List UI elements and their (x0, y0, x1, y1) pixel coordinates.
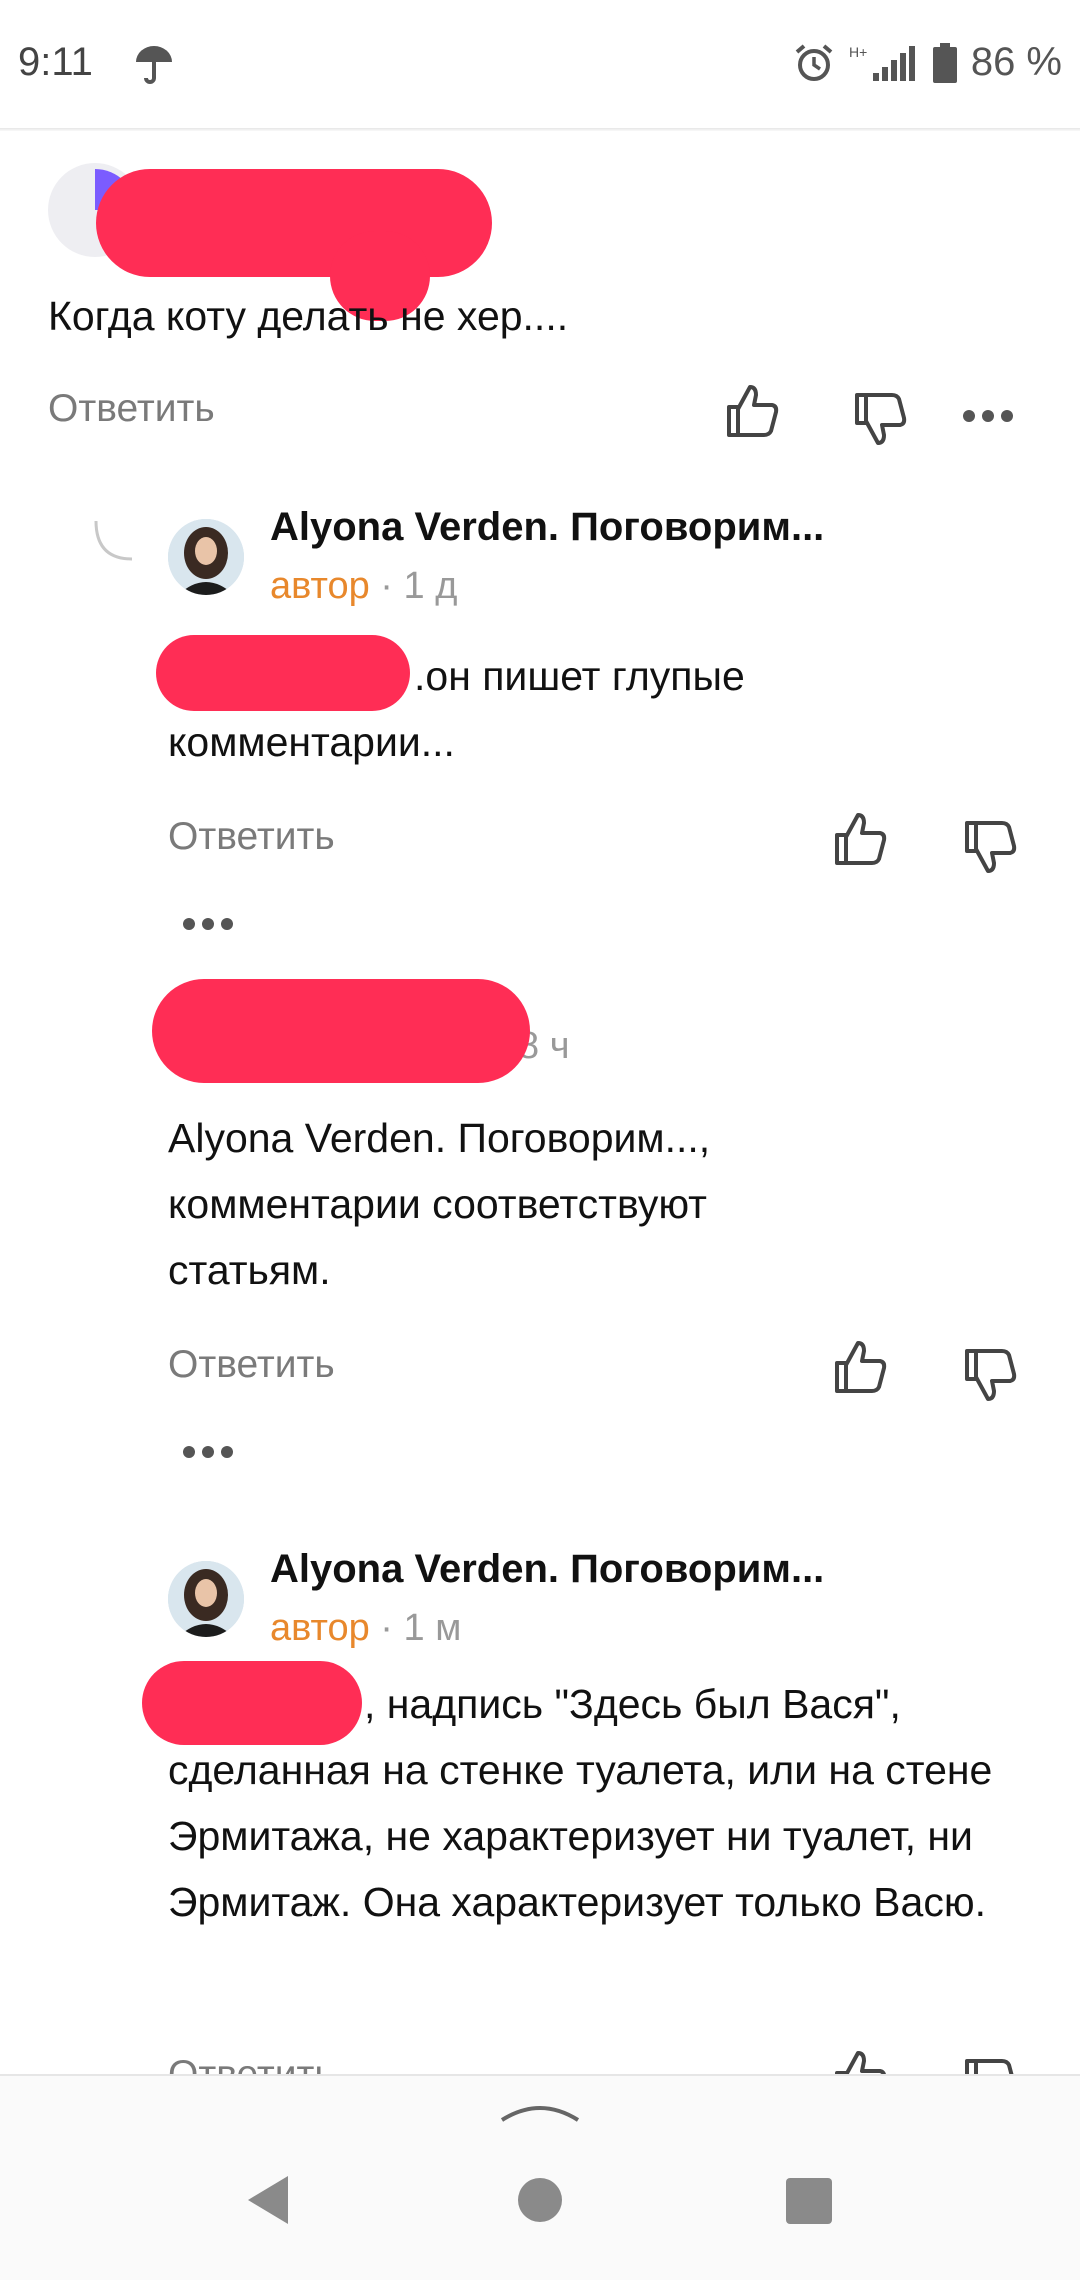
comment-time: · 1 д (380, 565, 458, 607)
comment-feed[interactable]: Когда коту делать не хер.... Ответить Al… (0, 131, 1080, 2074)
status-bar: 9:11 H+ 86 % (0, 0, 1080, 130)
alarm-icon (795, 43, 833, 81)
signal-icon: H+ (849, 44, 915, 81)
battery-icon (932, 42, 957, 83)
status-icons: H+ 86 % (793, 40, 1062, 85)
censored-mention (156, 635, 410, 711)
dislike-icon[interactable] (852, 391, 908, 449)
author-name[interactable]: Alyona Verden. Поговорим... (270, 505, 824, 550)
reply-button[interactable]: Ответить (168, 1343, 335, 1387)
dislike-icon[interactable] (962, 2057, 1018, 2074)
comment-text-line-2: комментарии... (168, 719, 455, 765)
back-icon[interactable] (244, 2172, 292, 2228)
author-avatar[interactable] (168, 519, 244, 595)
reply-button[interactable]: Ответить (48, 387, 215, 431)
reply-button[interactable]: Ответить (168, 815, 335, 859)
author-name[interactable]: Alyona Verden. Поговорим... (270, 1547, 824, 1592)
comment-text: Когда коту делать не хер.... (48, 293, 569, 339)
censored-author (152, 979, 530, 1083)
like-icon[interactable] (832, 2047, 888, 2074)
more-options-icon[interactable] (962, 409, 1014, 423)
like-icon[interactable] (832, 1337, 888, 1395)
comment-meta: автор · 1 м (270, 1607, 461, 1650)
expand-handle-icon[interactable] (498, 2100, 582, 2124)
battery-percent: 86 % (970, 40, 1062, 84)
censored-author-name (96, 169, 492, 277)
comment-text-rest: сделанная на стенке туалета, или на стен… (168, 1747, 993, 1925)
author-avatar[interactable] (168, 1561, 244, 1637)
recents-icon[interactable] (786, 2178, 832, 2224)
comment-text-line-1: .он пишет глупые (414, 653, 745, 699)
comment-text: Alyona Verden. Поговорим..., комментарии… (168, 1115, 711, 1293)
svg-text:H+: H+ (849, 44, 867, 60)
dislike-icon[interactable] (962, 1347, 1018, 1405)
system-nav-bar (0, 2074, 1080, 2280)
thread-connector-icon (94, 520, 133, 561)
dislike-icon[interactable] (962, 819, 1018, 877)
reply-button[interactable]: Ответить (168, 2053, 335, 2074)
more-options-icon[interactable] (182, 917, 234, 931)
more-options-icon[interactable] (182, 1445, 234, 1459)
home-icon[interactable] (516, 2176, 564, 2224)
like-icon[interactable] (832, 809, 888, 867)
status-time: 9:11 (18, 40, 93, 84)
censored-mention (142, 1661, 362, 1745)
comment-time: · 1 м (380, 1607, 462, 1649)
comment-meta: автор · 1 д (270, 565, 457, 608)
comment-text-line-1: , надпись "Здесь был Вася", (364, 1681, 901, 1727)
author-badge: автор (270, 565, 370, 607)
author-badge: автор (270, 1607, 370, 1649)
like-icon[interactable] (724, 381, 780, 439)
umbrella-icon (136, 46, 172, 84)
